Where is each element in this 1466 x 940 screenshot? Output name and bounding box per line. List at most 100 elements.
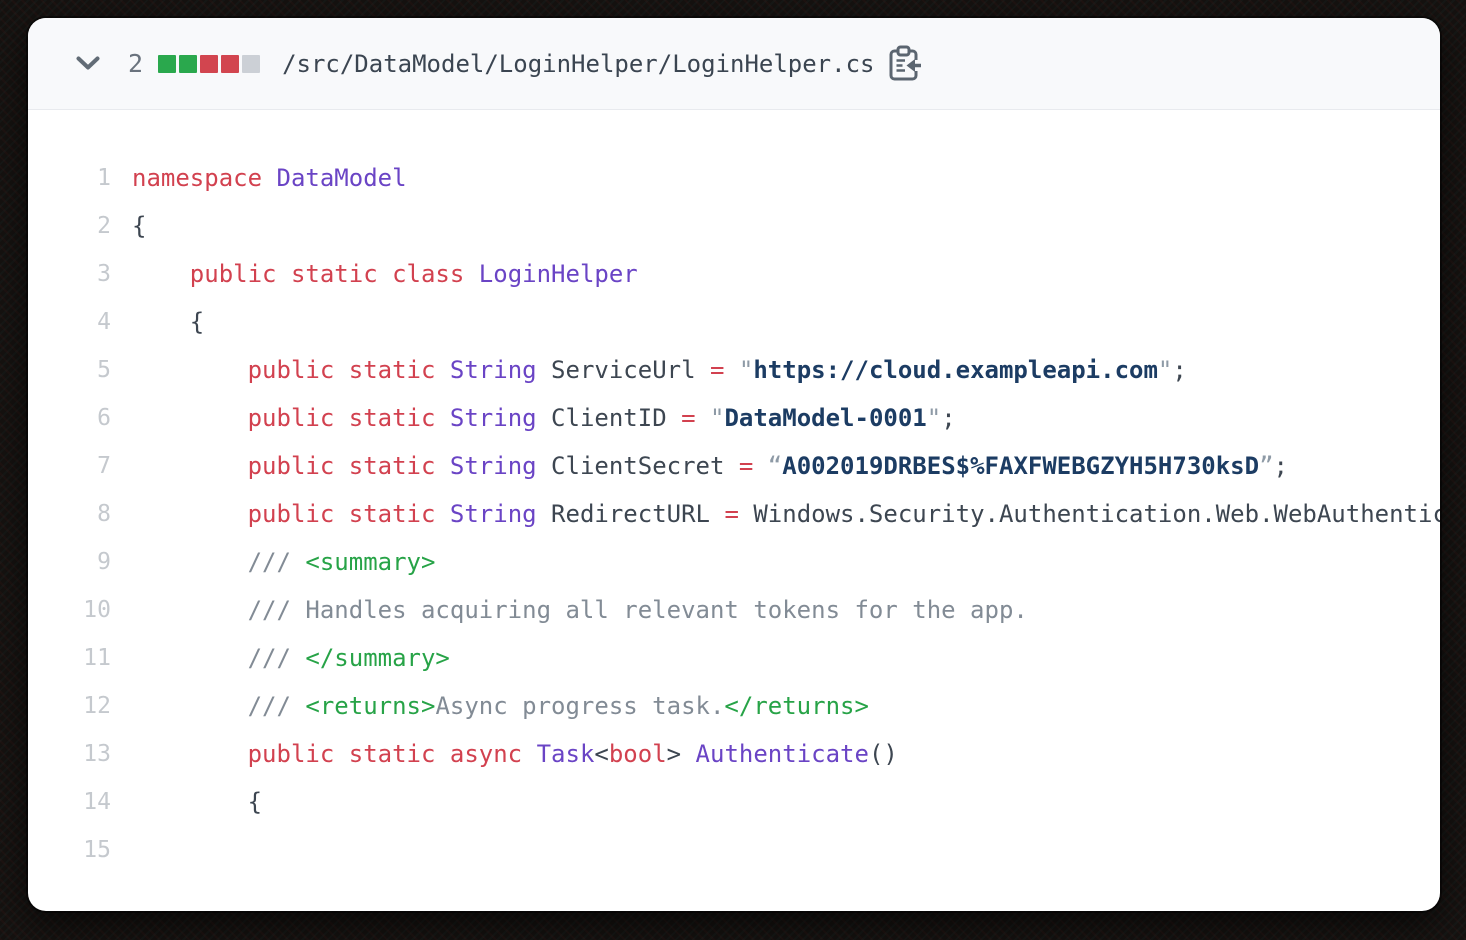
line-number: 12 [28,693,111,719]
code-token-pl [724,356,738,384]
line-code: { [111,212,146,240]
line-number: 2 [28,213,111,239]
code-token-kw: namespace [132,164,262,192]
code-token-kw: = [724,500,738,528]
code-token-kw: public static async [248,740,523,768]
code-token-pl [435,404,449,432]
line-code: /// <returns>Async progress task.</retur… [111,692,869,720]
code-token-pl: ; [941,404,955,432]
code-line: 15 [28,826,1440,874]
line-number: 11 [28,645,111,671]
code-token-pl: ; [1274,452,1288,480]
line-code: public static async Task<bool> Authentic… [111,740,898,768]
code-line: 9 /// <summary> [28,538,1440,586]
code-line: 4 { [28,298,1440,346]
code-token-pl [132,260,190,288]
copy-file-clipboard-icon[interactable] [887,45,922,83]
code-line: 12 /// <returns>Async progress task.</re… [28,682,1440,730]
code-token-kw: = [710,356,724,384]
code-token-pl: ClientID [537,404,682,432]
code-token-kw: public static [248,404,436,432]
code-token-type: String [450,500,537,528]
line-number: 5 [28,357,111,383]
code-token-pl: { [132,308,204,336]
diff-stat-squares [158,55,260,73]
code-token-str: DataModel-0001 [724,404,926,432]
line-code: /// </summary> [111,644,450,672]
code-line: 8 public static String RedirectURL = Win… [28,490,1440,538]
code-token-pl: RedirectURL [537,500,725,528]
code-line: 5 public static String ServiceUrl = "htt… [28,346,1440,394]
code-token-pl: < [594,740,608,768]
file-path: /src/DataModel/LoginHelper/LoginHelper.c… [282,50,874,78]
code-token-pl: () [869,740,898,768]
code-token-tag: </summary> [305,644,450,672]
code-token-pl: > [667,740,696,768]
line-code: { [111,788,262,816]
code-token-q: " [927,404,941,432]
code-token-cm: /// [248,692,306,720]
code-token-q: " [1158,356,1172,384]
file-header: 2 /src/DataModel/LoginHelper/LoginHelper… [28,18,1440,110]
change-count: 2 [128,49,143,78]
line-number: 8 [28,501,111,527]
code-token-q: “ [768,452,782,480]
code-line: 6 public static String ClientID = "DataM… [28,394,1440,442]
code-token-pl [132,500,248,528]
code-token-cm: /// Handles acquiring all relevant token… [248,596,1028,624]
page-background: 2 /src/DataModel/LoginHelper/LoginHelper… [0,0,1466,940]
code-token-pl [132,596,248,624]
code-token-type: Task [537,740,595,768]
line-number: 15 [28,837,111,863]
code-token-kw: public static [248,500,436,528]
code-token-type: String [450,356,537,384]
code-token-pl: ; [1172,356,1186,384]
line-number: 1 [28,165,111,191]
code-token-pl: { [132,788,262,816]
code-line: 10 /// Handles acquiring all relevant to… [28,586,1440,634]
code-token-kw: = [739,452,753,480]
line-code: { [111,308,204,336]
code-token-pl [435,356,449,384]
line-code: namespace DataModel [111,164,407,192]
code-token-kw: bool [609,740,667,768]
code-token-pl [132,404,248,432]
diff-stat-block [200,55,218,73]
code-token-pl: ServiceUrl [537,356,710,384]
line-code: public static String ClientSecret = “A00… [111,452,1288,480]
collapse-chevron-icon[interactable] [75,55,101,72]
diff-stat-block [221,55,239,73]
code-token-pl [132,644,248,672]
code-token-kw: public static class [190,260,465,288]
code-token-pl [132,356,248,384]
code-token-tag: <returns> [305,692,435,720]
code-token-pl [464,260,478,288]
line-code: /// Handles acquiring all relevant token… [111,596,1028,624]
line-code: public static String RedirectURL = Windo… [111,500,1440,528]
code-token-pl [132,452,248,480]
code-line: 11 /// </summary> [28,634,1440,682]
code-token-pl [132,740,248,768]
code-token-pl [753,452,767,480]
diff-stat-block [179,55,197,73]
code-token-type: Authenticate [696,740,869,768]
line-number: 6 [28,405,111,431]
code-token-q: " [739,356,753,384]
code-token-pl [262,164,276,192]
diff-stat-block [242,55,260,73]
code-token-pl [696,404,710,432]
code-token-kw: public static [248,452,436,480]
code-token-type: String [450,452,537,480]
code-line: 1namespace DataModel [28,154,1440,202]
code-token-type: DataModel [277,164,407,192]
line-number: 4 [28,309,111,335]
code-token-kw: public static [248,356,436,384]
code-line: 3 public static class LoginHelper [28,250,1440,298]
line-code: public static String ServiceUrl = "https… [111,356,1187,384]
code-token-pl [435,500,449,528]
code-token-cm: /// [248,548,306,576]
code-token-type: String [450,404,537,432]
code-token-str: https://cloud.exampleapi.com [753,356,1158,384]
code-area: 1namespace DataModel2{3 public static cl… [28,110,1440,874]
code-token-pl [132,692,248,720]
